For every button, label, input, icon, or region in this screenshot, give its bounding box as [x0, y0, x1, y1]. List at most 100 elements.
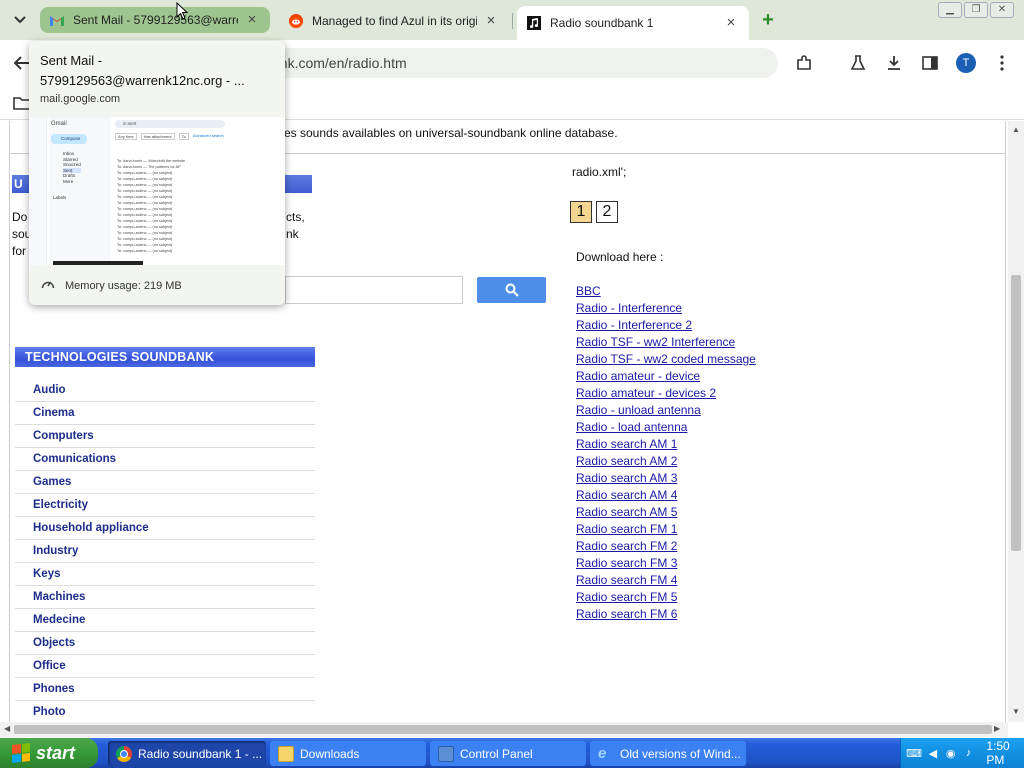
labs-flask-icon[interactable]	[844, 49, 872, 77]
scroll-down-arrow-icon[interactable]: ▼	[1012, 707, 1020, 716]
horizontal-scrollbar[interactable]: ◀ ▶	[0, 722, 1008, 737]
restore-icon[interactable]: ❐	[964, 2, 988, 18]
download-link[interactable]: Radio search FM 5	[576, 589, 756, 606]
download-link[interactable]: Radio search FM 6	[576, 606, 756, 623]
download-link[interactable]: Radio search FM 1	[576, 521, 756, 538]
memory-usage-text: Memory usage: 219 MB	[65, 280, 182, 292]
download-link[interactable]: BBC	[576, 283, 756, 300]
tab-search-button[interactable]	[6, 8, 34, 32]
scroll-left-arrow-icon[interactable]: ◀	[4, 724, 10, 733]
address-bar[interactable]: ank.com/en/radio.htm	[270, 48, 778, 78]
taskbar-item-label: Control Panel	[460, 746, 533, 761]
category-link[interactable]: Photo	[15, 701, 315, 722]
filter-link: Advanced search	[192, 133, 224, 138]
control-panel-icon	[438, 745, 454, 762]
gmail-icon	[50, 13, 64, 27]
category-link[interactable]: Medecine	[15, 609, 315, 632]
volume-icon[interactable]: ♪	[963, 746, 975, 760]
download-link[interactable]: Radio amateur - device	[576, 368, 756, 385]
download-link[interactable]: Radio search AM 2	[576, 453, 756, 470]
technologies-soundbank-heading: TECHNOLOGIES SOUNDBANK	[15, 347, 315, 367]
gmail-rail	[29, 117, 47, 265]
profile-avatar[interactable]: T	[956, 53, 976, 73]
description-line: cts,	[286, 210, 305, 224]
keyboard-icon[interactable]: ⌨	[906, 746, 922, 760]
download-link[interactable]: Radio search AM 1	[576, 436, 756, 453]
category-link[interactable]: Keys	[15, 563, 315, 586]
download-link[interactable]: Radio search AM 4	[576, 487, 756, 504]
search-input[interactable]	[285, 276, 463, 304]
search-icon	[505, 283, 519, 297]
pagination: 1 2	[570, 201, 618, 223]
vertical-scroll-thumb[interactable]	[1011, 275, 1021, 551]
download-link[interactable]: Radio - Interference 2	[576, 317, 756, 334]
script-text: radio.xml';	[572, 165, 627, 179]
category-link[interactable]: Office	[15, 655, 315, 678]
download-link[interactable]: Radio - load antenna	[576, 419, 756, 436]
message-row: To: compu-scienc — (no subject)	[117, 249, 173, 253]
gmail-logo: Gmail	[51, 121, 67, 127]
clock[interactable]: 1:50 PM	[986, 739, 1024, 767]
scroll-up-arrow-icon[interactable]: ▲	[1012, 125, 1020, 134]
tray-arrow-icon[interactable]: ◀	[927, 746, 939, 760]
side-panel-icon[interactable]	[916, 49, 944, 77]
gmail-message-list: To: dana.burris — Video/edit the website…	[117, 158, 277, 254]
download-link[interactable]: Radio TSF - ww2 Interference	[576, 334, 756, 351]
search-button[interactable]	[477, 277, 546, 303]
minimize-icon[interactable]: ▁	[938, 2, 962, 18]
filter-chip: Has attachment	[140, 133, 175, 140]
start-button[interactable]: start	[0, 738, 98, 768]
category-link[interactable]: Industry	[15, 540, 315, 563]
category-link[interactable]: Phones	[15, 678, 315, 701]
tab-close-icon[interactable]: ×	[483, 13, 499, 29]
category-link[interactable]: Electricity	[15, 494, 315, 517]
tab-radio-soundbank[interactable]: Radio soundbank 1 ×	[517, 6, 749, 40]
category-list: Audio Cinema Computers Comunications Gam…	[15, 379, 315, 722]
category-link[interactable]: Computers	[15, 425, 315, 448]
download-link[interactable]: Radio search AM 3	[576, 470, 756, 487]
nav-item: More	[63, 178, 74, 184]
scroll-right-arrow-icon[interactable]: ▶	[994, 724, 1000, 733]
category-link[interactable]: Objects	[15, 632, 315, 655]
gmail-search: in:sent	[115, 120, 225, 128]
description-right: cts, nk	[286, 209, 305, 243]
taskbar-item-internet-explorer[interactable]: e Old versions of Wind...	[590, 741, 746, 766]
download-link[interactable]: Radio TSF - ww2 coded message	[576, 351, 756, 368]
tab-separator	[512, 13, 513, 29]
extensions-puzzle-icon[interactable]	[790, 49, 818, 77]
category-link[interactable]: Audio	[15, 379, 315, 402]
download-link[interactable]: Radio search FM 2	[576, 538, 756, 555]
download-link[interactable]: Radio search AM 5	[576, 504, 756, 521]
tab-reddit[interactable]: Managed to find Azul in its original ×	[279, 6, 509, 36]
new-tab-button[interactable]: +	[756, 9, 780, 33]
gauge-icon	[41, 278, 57, 294]
category-link[interactable]: Games	[15, 471, 315, 494]
tab-gmail[interactable]: Sent Mail - 5799129563@warrenk12nc.org -…	[40, 7, 270, 33]
close-window-icon[interactable]: ✕	[990, 2, 1014, 18]
compose-label: Compose	[61, 136, 81, 141]
tab-close-icon[interactable]: ×	[244, 12, 260, 28]
download-icon[interactable]	[880, 49, 908, 77]
download-link[interactable]: Radio - Interference	[576, 300, 756, 317]
taskbar-item-downloads[interactable]: Downloads	[270, 741, 426, 766]
download-link[interactable]: Radio search FM 3	[576, 555, 756, 572]
download-link[interactable]: Radio - unload antenna	[576, 402, 756, 419]
tab-close-icon[interactable]: ×	[723, 15, 739, 31]
section-heading-bar	[285, 175, 312, 193]
vertical-scrollbar[interactable]: ▲ ▼	[1008, 121, 1024, 722]
network-icon[interactable]: ◉	[945, 746, 957, 760]
download-link[interactable]: Radio search FM 4	[576, 572, 756, 589]
page-1-button[interactable]: 1	[570, 201, 592, 223]
start-label: start	[36, 742, 76, 763]
more-menu-icon[interactable]	[988, 49, 1016, 77]
download-link[interactable]: Radio amateur - devices 2	[576, 385, 756, 402]
category-link[interactable]: Machines	[15, 586, 315, 609]
horizontal-scroll-thumb[interactable]	[14, 725, 992, 734]
category-link[interactable]: Cinema	[15, 402, 315, 425]
section-heading-partial: U	[12, 175, 30, 193]
category-link[interactable]: Comunications	[15, 448, 315, 471]
category-link[interactable]: Household appliance	[15, 517, 315, 540]
taskbar-item-chrome[interactable]: Radio soundbank 1 - ...	[108, 741, 266, 766]
taskbar-item-control-panel[interactable]: Control Panel	[430, 741, 586, 766]
page-2-button[interactable]: 2	[596, 201, 618, 223]
